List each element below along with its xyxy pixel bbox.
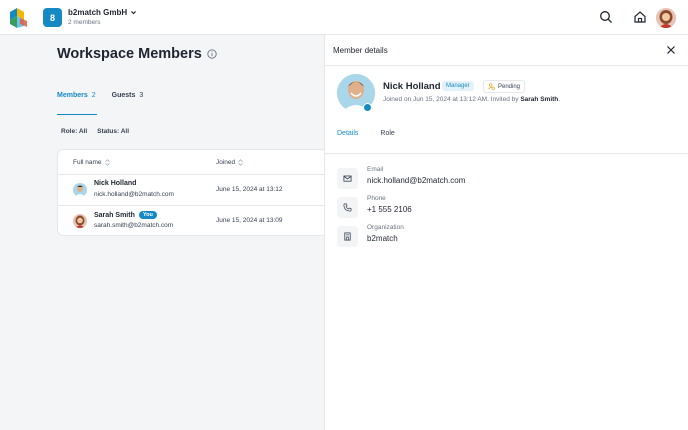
column-header-full-name[interactable]: Full name xyxy=(73,150,110,174)
field-label: Organization xyxy=(367,224,404,231)
role-badge: Manager xyxy=(442,81,474,91)
filters: Role: All Status: All xyxy=(61,128,129,135)
close-icon[interactable] xyxy=(666,45,676,55)
member-joined: June 15, 2024 at 13:12 xyxy=(216,186,283,193)
avatar xyxy=(73,183,87,197)
tab-role[interactable]: Role xyxy=(380,129,394,154)
workspace-badge[interactable]: 8 xyxy=(43,8,62,27)
member-email: sarah.smith@b2match.com xyxy=(94,222,174,229)
status-badge: Pending xyxy=(483,80,526,93)
tab-members[interactable]: Members 2 xyxy=(57,90,97,115)
workspace-members-count: 2 members xyxy=(68,19,101,26)
member-details-panel: Member details Nick Holland Manager Pend… xyxy=(324,35,688,430)
members-tabs: Members 2 Guests 3 xyxy=(57,90,143,115)
table-row[interactable]: Nick Holland nick.holland@b2match.com Ju… xyxy=(58,174,336,205)
field-value[interactable]: b2match xyxy=(367,234,398,243)
field-label: Phone xyxy=(367,195,386,202)
invited-by: Sarah Smith xyxy=(520,96,559,103)
members-table: Full name Joined Nick Holland nick.holla… xyxy=(57,149,337,236)
field-label: Email xyxy=(367,166,384,173)
panel-title: Member details xyxy=(333,46,388,55)
joined-info: Joined on Jun 15, 2024 at 13:12 AM. Invi… xyxy=(383,96,561,103)
organization-field: Organization b2match xyxy=(337,224,657,248)
field-value[interactable]: nick.holland@b2match.com xyxy=(367,176,465,185)
member-joined: June 15, 2024 at 13:09 xyxy=(216,217,283,224)
phone-icon xyxy=(337,197,358,218)
you-badge: You xyxy=(138,211,157,219)
user-clock-icon xyxy=(488,83,495,90)
column-header-joined[interactable]: Joined xyxy=(216,150,243,174)
details-tabs: Details Role xyxy=(337,129,395,154)
building-icon xyxy=(337,226,358,247)
tab-details[interactable]: Details xyxy=(337,129,359,154)
app-logo-icon[interactable] xyxy=(8,7,28,29)
status-filter[interactable]: Status: All xyxy=(97,128,129,135)
avatar xyxy=(73,214,87,228)
divider xyxy=(325,65,688,66)
chevron-down-icon xyxy=(131,11,137,15)
sort-icon xyxy=(238,158,243,166)
member-name: Nick Holland xyxy=(383,81,441,92)
workspace-switcher[interactable]: b2match GmbH xyxy=(68,8,137,17)
divider xyxy=(325,153,688,154)
status-indicator xyxy=(363,103,372,112)
info-icon[interactable] xyxy=(207,49,217,59)
table-row[interactable]: Sarah Smith You sarah.smith@b2match.com … xyxy=(58,205,336,235)
workspace-name: b2match GmbH xyxy=(68,8,128,17)
tab-guests[interactable]: Guests 3 xyxy=(112,90,144,115)
member-name: Sarah Smith You xyxy=(94,211,157,219)
page-title: Workspace Members xyxy=(57,46,217,62)
member-email: nick.holland@b2match.com xyxy=(94,191,174,198)
top-bar: 8 b2match GmbH 2 members xyxy=(0,0,688,35)
phone-field: Phone +1 555 2106 xyxy=(337,195,657,219)
field-value[interactable]: +1 555 2106 xyxy=(367,205,412,214)
email-field: Email nick.holland@b2match.com xyxy=(337,166,657,190)
search-icon[interactable] xyxy=(599,10,613,24)
home-icon[interactable] xyxy=(633,10,647,24)
sort-icon xyxy=(104,158,110,166)
user-avatar-image xyxy=(656,8,676,28)
user-avatar[interactable] xyxy=(656,8,676,28)
role-filter[interactable]: Role: All xyxy=(61,128,87,135)
member-name: Nick Holland xyxy=(94,180,137,187)
mail-icon xyxy=(337,168,358,189)
